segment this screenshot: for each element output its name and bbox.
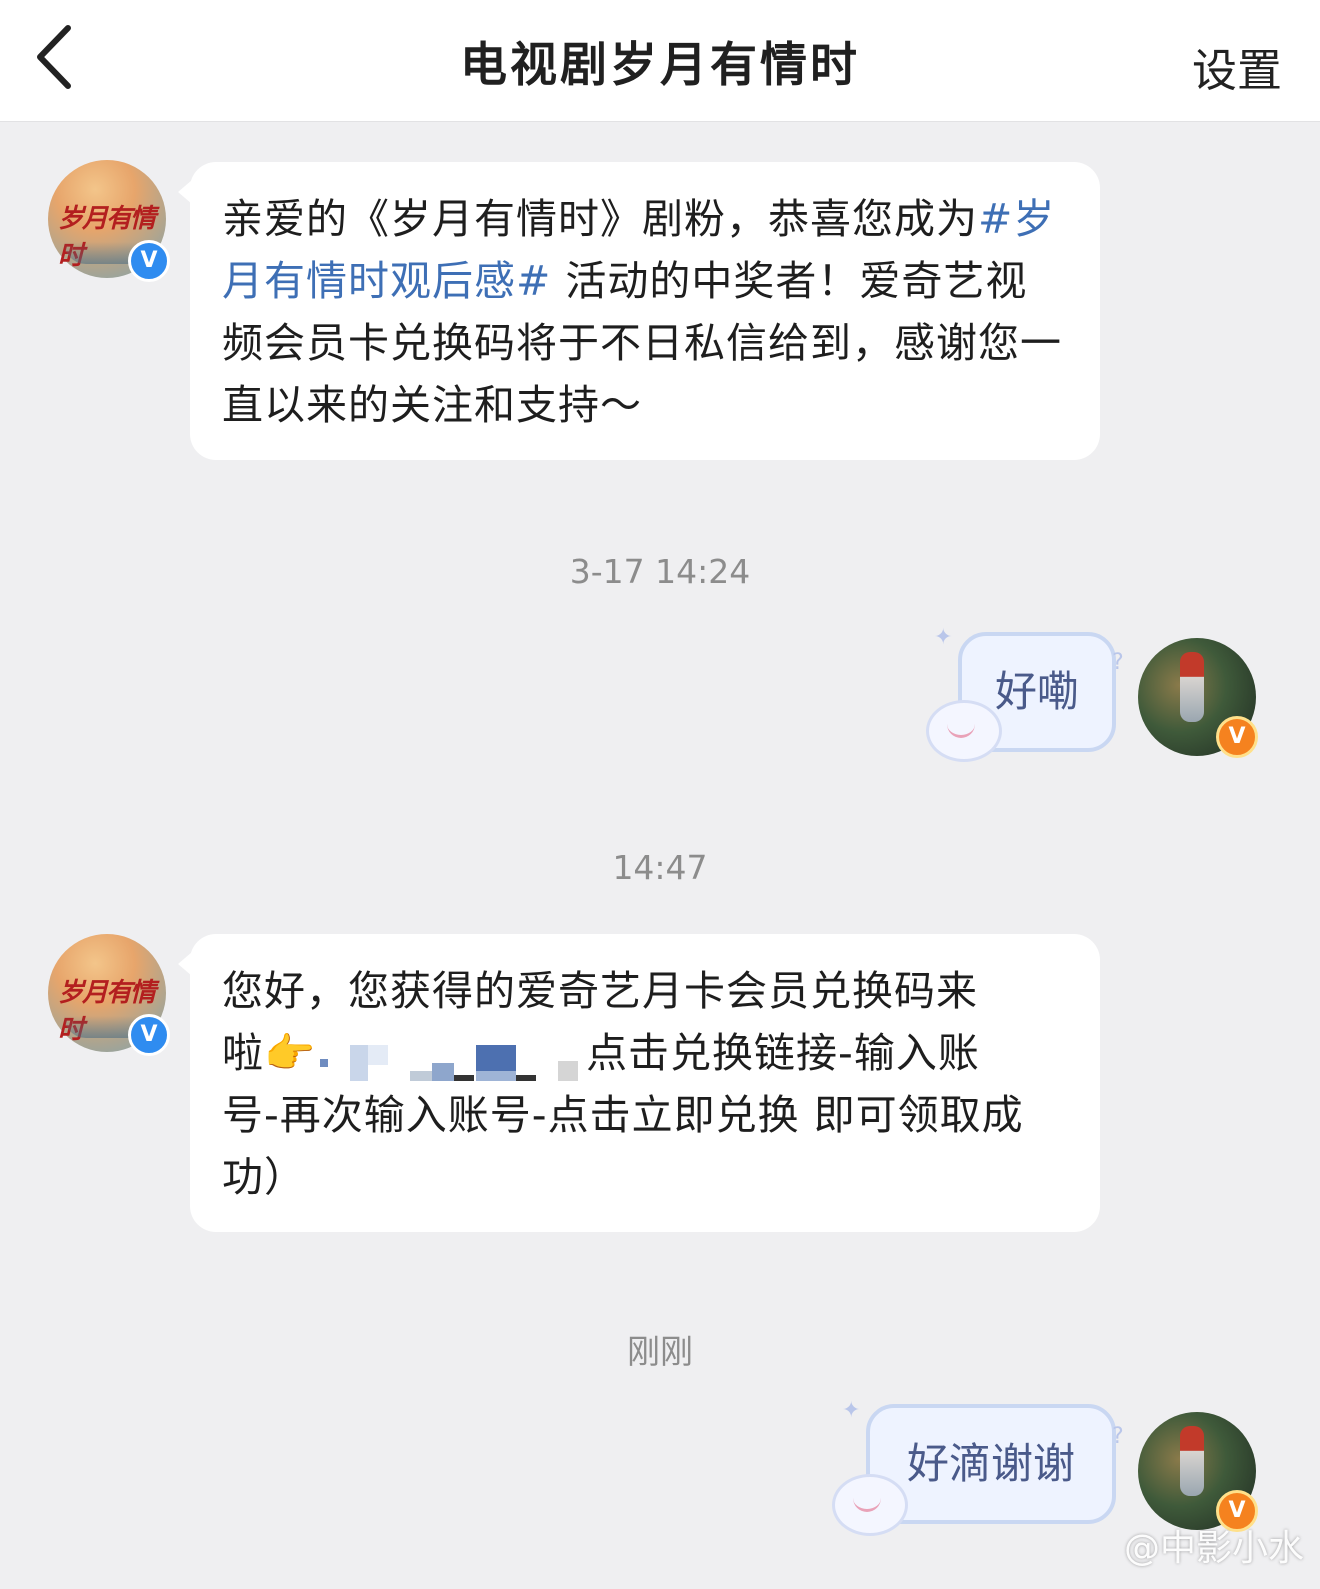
message-timestamp: 刚刚 <box>627 1332 693 1371</box>
verified-badge-icon: V <box>128 1014 170 1056</box>
message-text: 点击兑换链接-输入账 <box>586 1029 980 1077</box>
avatar-figure <box>1180 1426 1204 1496</box>
settings-button[interactable]: 设置 <box>1192 34 1282 99</box>
official-account-avatar[interactable]: 岁月有情时 V <box>48 160 170 282</box>
top-nav-bar: 电视剧岁月有情时 设置 <box>0 0 1320 122</box>
message-bubble-incoming[interactable]: 您好，您获得的爱奇艺月卡会员兑换码来 啦👉 点击兑换链接-输入账 号-再次输入账… <box>178 934 1100 1232</box>
vip-badge-icon: V <box>1216 716 1258 758</box>
message-text: 啦👉 <box>222 1029 317 1077</box>
message-text: 亲爱的《岁月有情时》剧粉，恭喜您成为 <box>222 195 978 243</box>
message-line-with-link: 啦👉 点击兑换链接-输入账 <box>222 1022 1068 1084</box>
chat-title: 电视剧岁月有情时 <box>460 38 860 93</box>
message-text: 好嘞 <box>994 667 1079 716</box>
user-avatar[interactable]: V <box>1138 1412 1258 1532</box>
bubble-cloud-decoration-icon <box>832 1474 908 1536</box>
sparkle-icon: ✦ <box>934 625 953 650</box>
message-bubble-incoming[interactable]: 亲爱的《岁月有情时》剧粉，恭喜您成为#岁月有情时观后感# 活动的中奖者！爱奇艺视… <box>178 162 1100 460</box>
verified-badge-icon: V <box>128 240 170 282</box>
message-text: 好滴谢谢 <box>906 1439 1075 1488</box>
bubble-cloud-decoration-icon <box>926 700 1002 762</box>
sparkle-icon: ? <box>1112 650 1124 675</box>
sparkle-icon: ? <box>1112 1424 1124 1449</box>
weibo-watermark: @中影小水 <box>1123 1528 1304 1569</box>
avatar-figure <box>1180 652 1204 722</box>
message-timestamp: 14:47 <box>612 848 708 887</box>
user-avatar[interactable]: V <box>1138 638 1258 758</box>
message-text: 号-再次输入账号-点击立即兑换 即可领取成功） <box>222 1091 1024 1201</box>
message-text: 您好，您获得的爱奇艺月卡会员兑换码来 <box>222 967 978 1015</box>
official-account-avatar[interactable]: 岁月有情时 V <box>48 934 170 1056</box>
sparkle-icon: ✦ <box>842 1398 861 1423</box>
message-timestamp: 3-17 14:24 <box>569 552 751 591</box>
redacted-link[interactable] <box>320 1036 582 1081</box>
